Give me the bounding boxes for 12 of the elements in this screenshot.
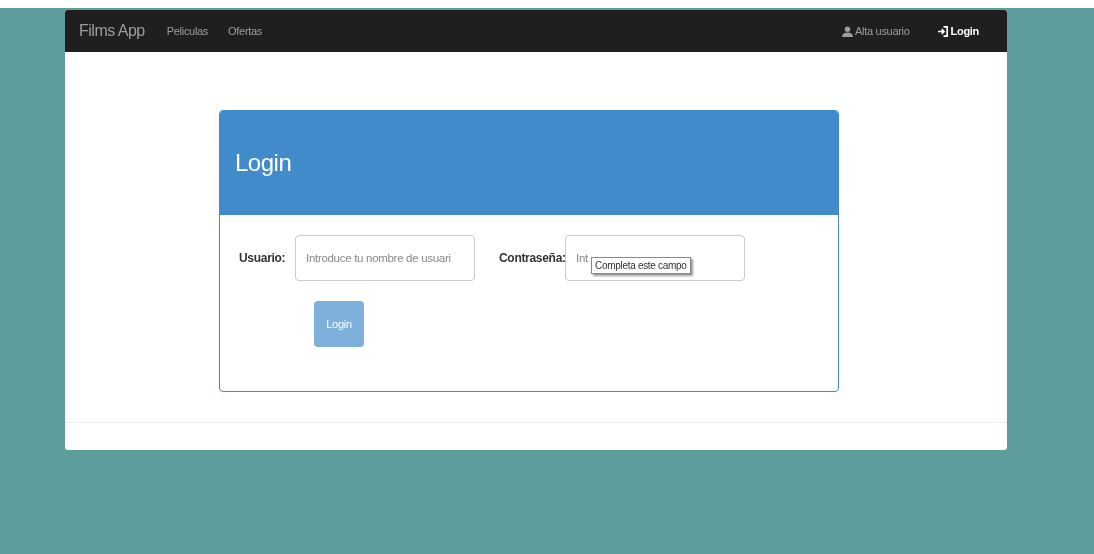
username-field[interactable]: Introduce tu nombre de usuari xyxy=(295,235,475,281)
field-label: Usuario: xyxy=(239,251,287,265)
nav-link[interactable]: Ofertas xyxy=(228,25,263,37)
card-title: Login xyxy=(235,149,292,177)
nav-link[interactable]: Peliculas xyxy=(166,25,209,37)
brand-link[interactable]: Films App xyxy=(79,22,145,40)
tooltip: Completa este campo xyxy=(591,257,691,274)
login-icon xyxy=(937,25,949,37)
nav-link[interactable]: Alta usuario xyxy=(842,25,910,37)
user-icon xyxy=(842,25,854,37)
field-label: Contraseña: xyxy=(499,251,565,265)
nav-link[interactable]: Login xyxy=(937,25,979,37)
